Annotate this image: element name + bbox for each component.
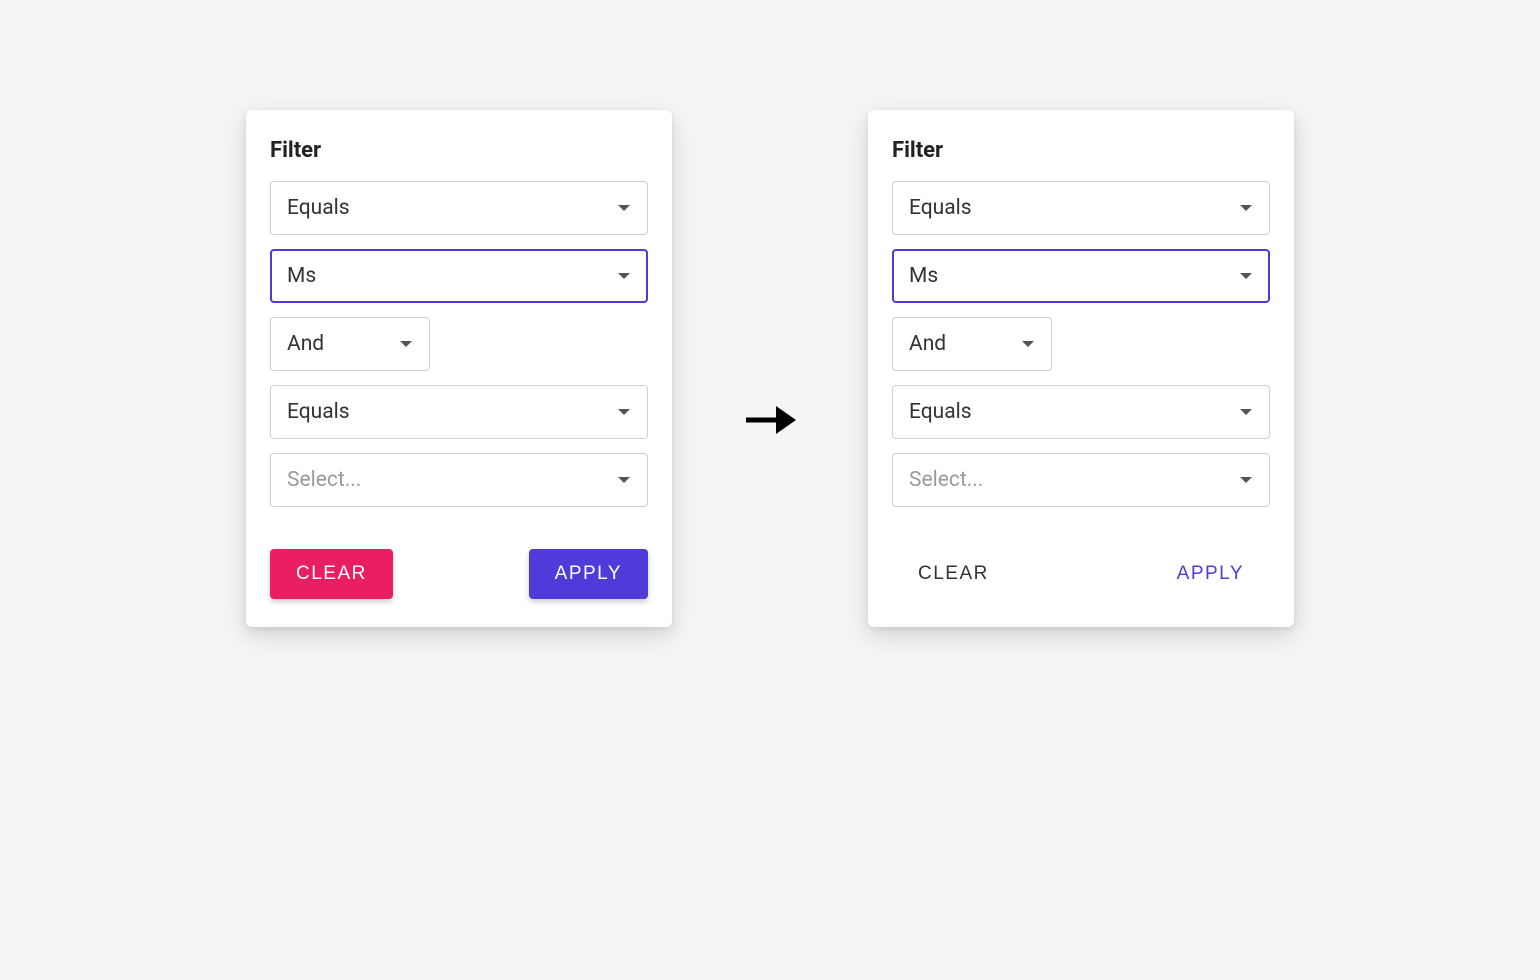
chevron-down-icon	[1239, 408, 1253, 416]
select-value-label: Ms	[909, 264, 938, 288]
chevron-down-icon	[1021, 340, 1035, 348]
select-value-label: Ms	[287, 264, 316, 288]
select-value-label: Equals	[287, 400, 350, 424]
chevron-down-icon	[1239, 476, 1253, 484]
select-value-1[interactable]: Ms	[892, 249, 1270, 303]
select-operator-2[interactable]: Equals	[270, 385, 648, 439]
apply-button[interactable]: APPLY	[1151, 549, 1270, 599]
select-operator-2[interactable]: Equals	[892, 385, 1270, 439]
select-placeholder-label: Select...	[909, 468, 983, 492]
select-logic-operator[interactable]: And	[892, 317, 1052, 371]
filter-title: Filter	[270, 138, 648, 163]
action-row: CLEAR APPLY	[892, 549, 1270, 599]
filter-card-filled: Filter Equals Ms And Equals Select... CL…	[246, 110, 672, 627]
select-value-label: Equals	[287, 196, 350, 220]
select-value-label: Equals	[909, 196, 972, 220]
select-operator-1[interactable]: Equals	[892, 181, 1270, 235]
select-value-label: And	[287, 332, 324, 356]
select-logic-operator[interactable]: And	[270, 317, 430, 371]
select-operator-1[interactable]: Equals	[270, 181, 648, 235]
select-placeholder-label: Select...	[287, 468, 361, 492]
clear-button[interactable]: CLEAR	[270, 549, 393, 599]
chevron-down-icon	[617, 408, 631, 416]
filter-title: Filter	[892, 138, 1270, 163]
chevron-down-icon	[1239, 204, 1253, 212]
select-value-label: And	[909, 332, 946, 356]
chevron-down-icon	[617, 476, 631, 484]
apply-button[interactable]: APPLY	[529, 549, 648, 599]
arrow-right-icon	[742, 110, 798, 730]
chevron-down-icon	[1239, 272, 1253, 280]
select-value-2[interactable]: Select...	[270, 453, 648, 507]
filter-card-text: Filter Equals Ms And Equals Select... CL…	[868, 110, 1294, 627]
action-row: CLEAR APPLY	[270, 549, 648, 599]
select-value-2[interactable]: Select...	[892, 453, 1270, 507]
select-value-1[interactable]: Ms	[270, 249, 648, 303]
chevron-down-icon	[617, 204, 631, 212]
chevron-down-icon	[399, 340, 413, 348]
clear-button[interactable]: CLEAR	[892, 549, 1015, 599]
chevron-down-icon	[617, 272, 631, 280]
select-value-label: Equals	[909, 400, 972, 424]
